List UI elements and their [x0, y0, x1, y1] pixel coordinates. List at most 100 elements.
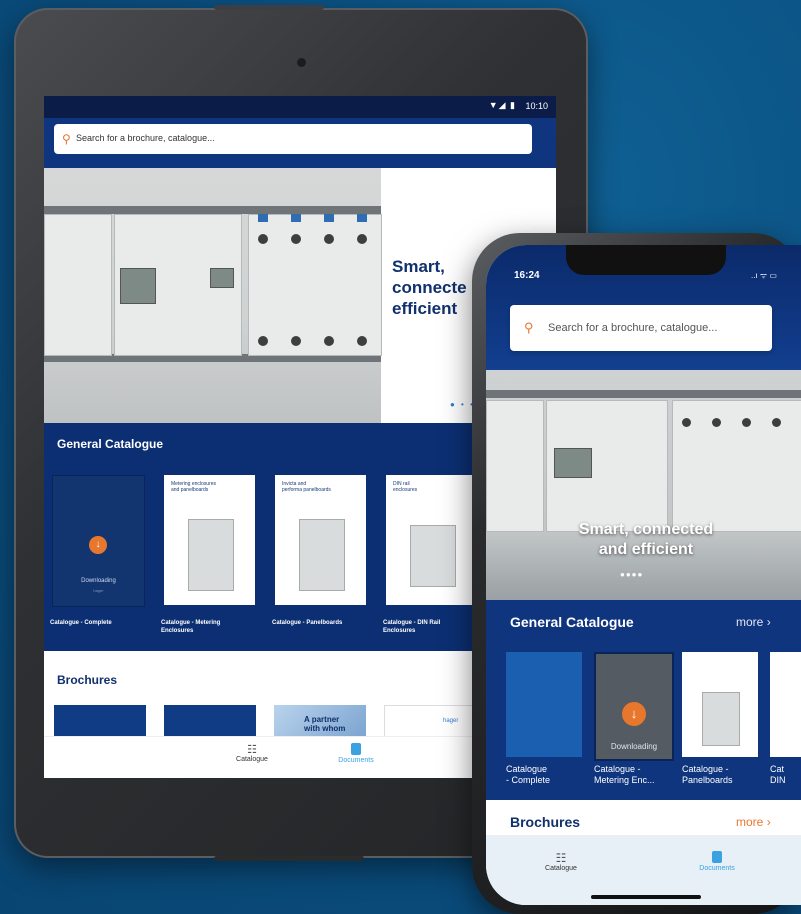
search-placeholder: Search for a brochure, catalogue... — [76, 133, 215, 143]
screw — [291, 234, 301, 244]
catalogue-card[interactable] — [770, 652, 801, 757]
tablet-power-button — [214, 5, 324, 10]
tab-documents[interactable]: Documents — [326, 743, 386, 764]
card-label: Catalogue - DIN Rail Enclosures — [383, 620, 441, 634]
label-tab — [291, 214, 301, 222]
signal-icon: ..ı ᯤ ▭ — [751, 271, 777, 280]
tab-label: Catalogue — [236, 756, 268, 763]
brand-logo: hager — [443, 718, 459, 724]
panelboard-image — [702, 692, 740, 746]
catalogue-card[interactable]: ↓ Downloading — [594, 652, 674, 761]
tablet-bottom-edge — [214, 856, 364, 861]
more-link[interactable]: more › — [736, 815, 771, 829]
din-rail — [486, 390, 801, 398]
enclosure-image — [410, 525, 456, 587]
phone-notch — [566, 245, 726, 275]
panelboard-image — [299, 519, 345, 591]
section-title: General Catalogue — [57, 437, 164, 451]
screw — [324, 234, 334, 244]
card-heading: Metering enclosures and panelboards — [171, 481, 217, 493]
screw — [258, 234, 268, 244]
tab-label: Documents — [699, 865, 735, 872]
more-label: more — [736, 615, 764, 629]
app-header: ⚲ Search for a brochure, catalogue... — [44, 118, 556, 168]
screw — [258, 336, 268, 346]
app-header: 16:24 ..ı ᯤ ▭ ⚲ Search for a brochure, c… — [486, 245, 801, 370]
chevron-right-icon: › — [766, 815, 771, 829]
card-label: Catalogue - Complete — [50, 620, 112, 626]
book-icon: ☷ — [555, 851, 567, 865]
card-label: Catalogue - Panelboards — [272, 620, 343, 626]
catalogue-card[interactable]: Invicta and performa panelboards — [275, 475, 366, 605]
card-label: Catalogue - Metering Enc... — [594, 764, 655, 785]
tab-documents[interactable]: Documents — [682, 851, 752, 872]
document-icon — [326, 743, 386, 757]
download-icon: ↓ — [622, 702, 646, 726]
card-label: Catalogue - Panelboards — [682, 764, 733, 785]
section-title: Brochures — [510, 814, 581, 830]
brand-logo: hager — [93, 588, 104, 593]
search-icon: ⚲ — [62, 132, 71, 146]
tab-catalogue[interactable]: ☷ Catalogue — [526, 851, 596, 872]
module — [486, 400, 544, 532]
card-heading: DIN rail enclosures — [393, 481, 418, 493]
card-label: Catalogue - Complete — [506, 764, 551, 785]
catalogue-card[interactable]: Metering enclosures and panelboards — [164, 475, 255, 605]
search-input[interactable]: ⚲ Search for a brochure, catalogue... — [54, 124, 532, 154]
download-status: Downloading — [81, 578, 116, 584]
card-heading: Invicta and performa panelboards — [282, 481, 331, 493]
screw — [742, 418, 751, 427]
search-icon: ⚲ — [524, 320, 534, 335]
status-time: 10:10 — [525, 101, 548, 111]
signal-icon: ▼◢ ▮ — [488, 100, 516, 110]
tab-catalogue[interactable]: ☷ Catalogue — [222, 743, 282, 763]
search-placeholder: Search for a brochure, catalogue... — [548, 322, 718, 334]
hero-image — [44, 168, 382, 423]
home-indicator[interactable] — [591, 895, 701, 899]
download-status: Downloading — [610, 742, 658, 751]
screw — [291, 336, 301, 346]
label-tab — [258, 214, 268, 222]
screw — [712, 418, 721, 427]
meter-display — [210, 268, 234, 288]
brochure-title: A partner with whom — [304, 715, 346, 733]
screw — [324, 336, 334, 346]
status-time: 16:24 — [514, 270, 540, 281]
meter-display — [120, 268, 156, 304]
label-tab — [324, 214, 334, 222]
screw — [772, 418, 781, 427]
book-icon: ☷ — [247, 744, 257, 756]
section-title: General Catalogue — [510, 614, 634, 630]
download-icon: ↓ — [89, 536, 107, 554]
phone-screen: 16:24 ..ı ᯤ ▭ ⚲ Search for a brochure, c… — [486, 245, 801, 905]
card-label: Cat DIN — [770, 764, 786, 785]
module — [44, 214, 112, 356]
phone-device: 16:24 ..ı ᯤ ▭ ⚲ Search for a brochure, c… — [472, 233, 801, 914]
catalogue-card[interactable] — [506, 652, 582, 757]
chevron-right-icon: › — [766, 615, 771, 629]
general-catalogue-section: General Catalogue more › Catalogue - Com… — [486, 600, 801, 800]
tablet-camera — [297, 58, 306, 67]
document-icon — [682, 851, 752, 865]
hero-title: Smart, connected and efficient — [578, 521, 714, 558]
catalogue-card[interactable]: DIN rail enclosures — [386, 475, 477, 605]
screw — [682, 418, 691, 427]
tab-label: Documents — [338, 757, 374, 764]
status-bar: ▼◢ ▮ 10:10 — [44, 96, 556, 118]
search-input[interactable]: ⚲ Search for a brochure, catalogue... — [510, 305, 772, 351]
meter-display — [554, 448, 592, 478]
carousel-dots[interactable]: ●●●● — [620, 570, 643, 579]
din-rail — [44, 206, 381, 214]
label-tab — [357, 214, 367, 222]
screw — [357, 336, 367, 346]
catalogue-card[interactable]: ↓ Downloading hager — [52, 475, 145, 607]
hero-banner[interactable]: Smart, connected and efficient ●●●● — [486, 370, 801, 600]
breakers — [672, 400, 801, 532]
more-label: more — [736, 815, 764, 829]
card-label: Catalogue - Metering Enclosures — [161, 620, 221, 634]
catalogue-card[interactable] — [682, 652, 758, 757]
screw — [357, 234, 367, 244]
more-link[interactable]: more › — [736, 615, 771, 629]
tab-label: Catalogue — [545, 865, 577, 872]
cabinet-image — [188, 519, 234, 591]
